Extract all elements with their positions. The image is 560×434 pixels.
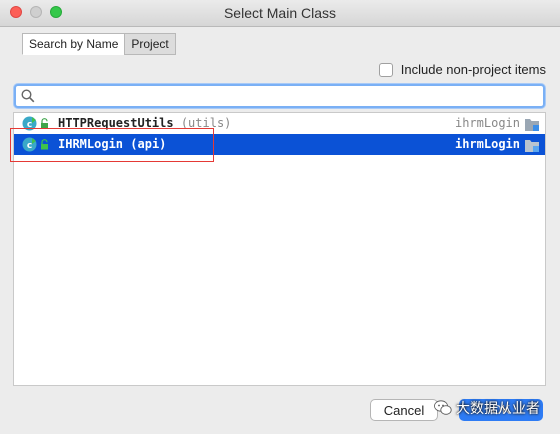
- watermark: 大数据从业者: [434, 398, 540, 418]
- highlight-annotation: [10, 128, 214, 162]
- title-bar: Select Main Class: [0, 0, 560, 27]
- wechat-icon: [434, 400, 452, 415]
- module-folder-icon: [525, 140, 539, 152]
- search-input[interactable]: [40, 87, 539, 107]
- module-folder-icon: [525, 119, 539, 131]
- cancel-button[interactable]: Cancel: [370, 399, 438, 421]
- tab-bar: Search by Name Project: [22, 33, 176, 55]
- include-non-project-checkbox[interactable]: [378, 62, 393, 77]
- window-title: Select Main Class: [223, 5, 337, 21]
- module-name: ihrmLogin: [454, 137, 520, 151]
- include-non-project-label: Include non-project items: [400, 62, 546, 77]
- include-non-project-option[interactable]: Include non-project items: [378, 62, 546, 77]
- watermark-text: 大数据从业者: [456, 400, 540, 416]
- tab-search-by-name[interactable]: Search by Name: [22, 33, 126, 55]
- search-icon: [21, 89, 35, 103]
- module-name: ihrmLogin: [454, 116, 520, 130]
- search-field[interactable]: [14, 84, 545, 108]
- tab-project[interactable]: Project: [124, 33, 176, 55]
